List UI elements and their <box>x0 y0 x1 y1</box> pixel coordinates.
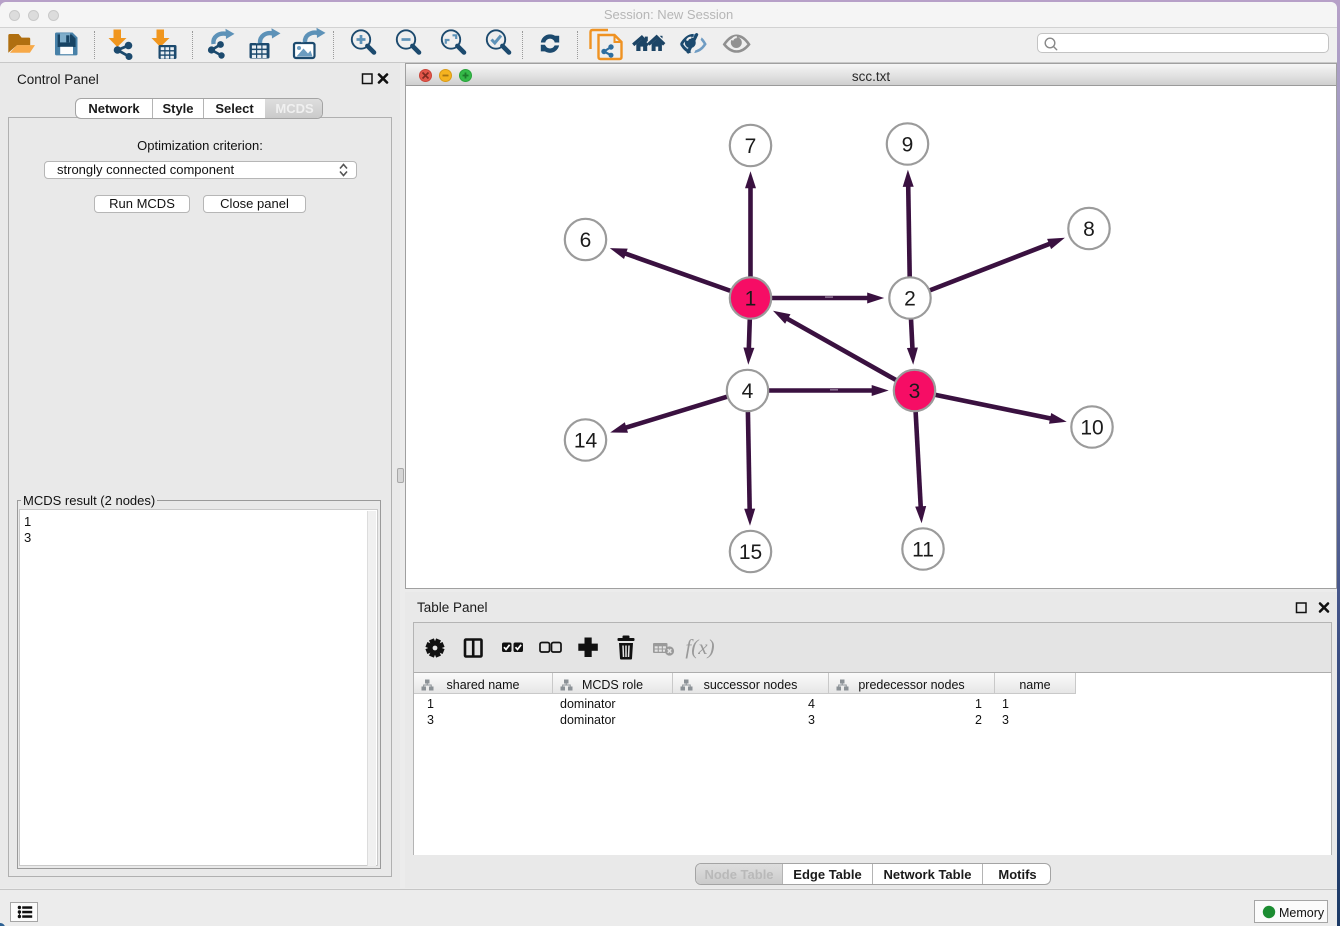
svg-text:4: 4 <box>742 380 754 403</box>
svg-text:8: 8 <box>1083 218 1095 241</box>
svg-text:6: 6 <box>580 229 592 252</box>
svg-text:f(x): f(x) <box>685 635 714 659</box>
svg-text:3: 3 <box>909 380 921 403</box>
svg-text:10: 10 <box>1080 417 1103 440</box>
svg-text:15: 15 <box>739 541 762 564</box>
svg-text:9: 9 <box>902 134 914 157</box>
svg-text:11: 11 <box>912 539 934 562</box>
svg-text:14: 14 <box>574 430 598 453</box>
svg-text:7: 7 <box>745 135 757 158</box>
svg-text:2: 2 <box>904 288 916 311</box>
svg-text:1: 1 <box>745 288 757 311</box>
